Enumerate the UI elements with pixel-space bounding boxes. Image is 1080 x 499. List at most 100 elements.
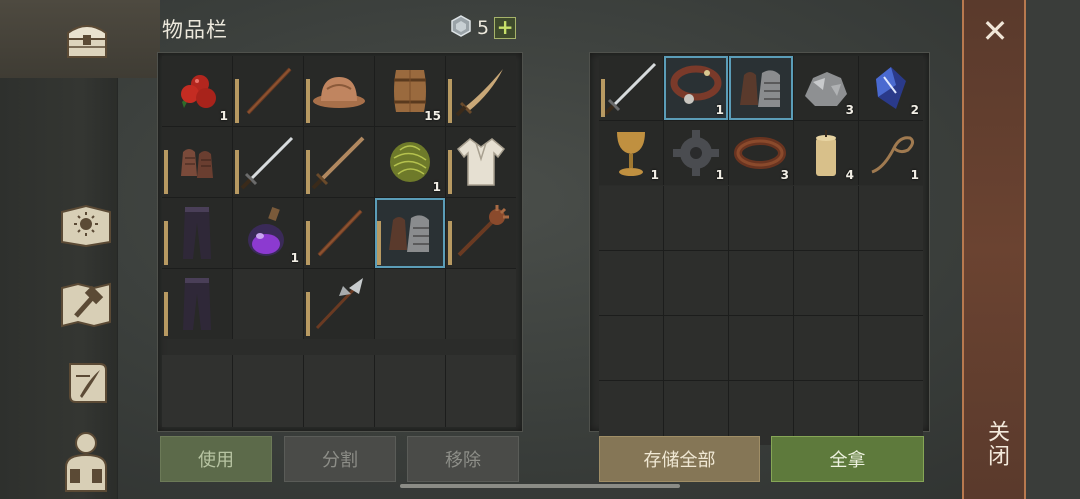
inventory-title: 物品栏 — [162, 18, 228, 42]
item-slot[interactable] — [233, 127, 303, 197]
empty-slot[interactable] — [729, 316, 793, 380]
empty-slot[interactable] — [375, 269, 445, 339]
empty-slot[interactable] — [729, 186, 793, 250]
saber-icon — [446, 56, 516, 126]
item-slot[interactable] — [304, 56, 374, 126]
item-quantity: 1 — [910, 168, 919, 182]
item-slot[interactable]: 2 — [859, 56, 923, 120]
empty-slot[interactable] — [664, 251, 728, 315]
sidebar-item-quests[interactable] — [58, 356, 114, 412]
inventory-slot[interactable] — [233, 355, 303, 427]
item-slot[interactable]: 3 — [794, 56, 858, 120]
item-quantity: 2 — [910, 103, 919, 117]
durability-bar — [448, 79, 452, 123]
pants-icon — [162, 269, 232, 339]
durability-bar — [448, 150, 452, 194]
sword-icon — [233, 127, 303, 197]
empty-slot[interactable] — [599, 186, 663, 250]
durability-bar — [377, 221, 381, 265]
empty-slot[interactable] — [664, 186, 728, 250]
durability-bar — [306, 221, 310, 265]
durability-bar — [164, 221, 168, 265]
item-slot[interactable] — [446, 56, 516, 126]
item-quantity: 1 — [715, 103, 724, 117]
item-slot[interactable] — [729, 56, 793, 120]
store-all-button[interactable]: 存储全部 — [599, 436, 760, 482]
right-edge — [1026, 0, 1080, 499]
item-slot[interactable]: 1 — [859, 121, 923, 185]
use-button[interactable]: 使用 — [160, 436, 272, 482]
storage-grid-empty — [599, 186, 923, 445]
item-slot[interactable] — [599, 56, 663, 120]
item-slot[interactable] — [446, 198, 516, 268]
inventory-slot[interactable] — [446, 355, 516, 427]
durability-bar — [164, 292, 168, 336]
empty-slot[interactable] — [859, 251, 923, 315]
item-quantity: 3 — [845, 103, 854, 117]
item-quantity: 1 — [290, 251, 299, 265]
item-slot[interactable] — [375, 198, 445, 268]
item-slot[interactable] — [162, 198, 232, 268]
inventory-slot[interactable] — [375, 355, 445, 427]
staff-icon — [304, 198, 374, 268]
item-quantity: 3 — [780, 168, 789, 182]
item-slot[interactable]: 4 — [794, 121, 858, 185]
item-slot[interactable] — [446, 127, 516, 197]
empty-slot[interactable] — [859, 316, 923, 380]
sidebar-item-journal[interactable] — [56, 200, 116, 250]
empty-slot[interactable] — [599, 251, 663, 315]
inventory-slot[interactable] — [304, 355, 374, 427]
gauntlets-icon — [375, 198, 445, 268]
empty-slot[interactable] — [794, 316, 858, 380]
empty-slot[interactable] — [794, 251, 858, 315]
map-hammer-icon — [61, 282, 111, 328]
durability-bar — [306, 79, 310, 123]
durability-bar — [601, 79, 605, 117]
item-slot[interactable] — [233, 56, 303, 126]
pants-icon — [162, 198, 232, 268]
item-slot[interactable] — [304, 198, 374, 268]
item-slot[interactable]: 1 — [162, 56, 232, 126]
scroll-quill-icon — [69, 363, 107, 403]
character-icon — [65, 432, 107, 492]
item-slot[interactable] — [162, 127, 232, 197]
storage-grid: 1 3 2 1 1 3 4 1 — [599, 56, 923, 185]
item-slot[interactable] — [304, 127, 374, 197]
item-quantity: 1 — [715, 168, 724, 182]
close-label[interactable]: 关闭 — [976, 420, 1012, 468]
item-slot[interactable]: 1 — [664, 121, 728, 185]
empty-slot[interactable] — [233, 269, 303, 339]
item-slot[interactable]: 1 — [375, 127, 445, 197]
durability-bar — [235, 79, 239, 123]
add-currency-button[interactable]: + — [494, 17, 517, 39]
empty-slot[interactable] — [729, 251, 793, 315]
scroll-indicator — [400, 484, 680, 488]
sidebar-item-crafting[interactable] — [56, 278, 116, 330]
empty-slot[interactable] — [664, 316, 728, 380]
item-slot[interactable] — [304, 269, 374, 339]
sidebar-item-character[interactable] — [58, 428, 114, 494]
item-slot[interactable]: 15 — [375, 56, 445, 126]
sidebar-tab-inventory[interactable] — [0, 0, 160, 78]
item-slot[interactable]: 1 — [664, 56, 728, 120]
empty-slot[interactable] — [599, 316, 663, 380]
inventory-grid-extra — [162, 355, 516, 427]
take-all-button[interactable]: 全拿 — [771, 436, 924, 482]
empty-slot[interactable] — [446, 269, 516, 339]
inventory-slot[interactable] — [162, 355, 232, 427]
currency-display: 5 + — [450, 15, 517, 41]
durability-bar — [448, 221, 452, 265]
empty-slot[interactable] — [859, 186, 923, 250]
item-slot[interactable] — [162, 269, 232, 339]
item-quantity: 1 — [432, 180, 441, 194]
wooden-sword-icon — [304, 127, 374, 197]
sidebar — [0, 0, 160, 499]
close-icon[interactable]: ✕ — [978, 12, 1012, 50]
split-button[interactable]: 分割 — [284, 436, 396, 482]
remove-button[interactable]: 移除 — [407, 436, 519, 482]
item-quantity: 15 — [424, 109, 441, 123]
item-slot[interactable]: 3 — [729, 121, 793, 185]
empty-slot[interactable] — [794, 186, 858, 250]
item-slot[interactable]: 1 — [233, 198, 303, 268]
item-slot[interactable]: 1 — [599, 121, 663, 185]
